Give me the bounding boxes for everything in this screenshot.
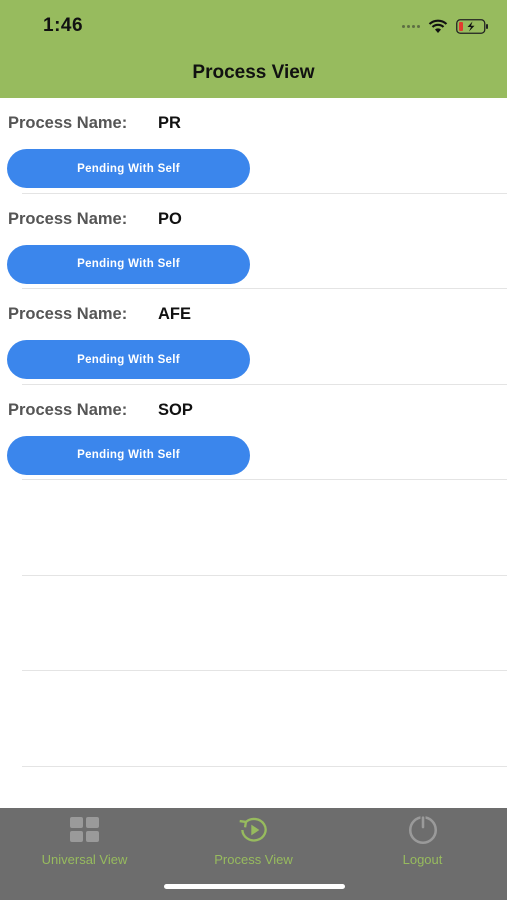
process-icon — [237, 814, 271, 846]
process-name-value: PR — [158, 114, 181, 132]
tab-label: Universal View — [41, 852, 128, 867]
page-title: Process View — [192, 62, 315, 83]
pending-with-self-button[interactable]: Pending With Self — [7, 340, 250, 379]
tab-label: Process View — [214, 852, 293, 867]
process-name-value: AFE — [158, 305, 191, 323]
pending-with-self-button[interactable]: Pending With Self — [7, 244, 250, 284]
status-time: 1:46 — [43, 15, 84, 36]
process-name-label: Process Name: — [8, 400, 128, 419]
list-item: Process Name: SOP Pending With Self — [0, 385, 507, 480]
tab-label: Logout — [402, 852, 443, 867]
process-name-label: Process Name: — [8, 209, 128, 228]
home-indicator — [164, 884, 345, 889]
battery-icon — [456, 18, 488, 34]
process-name-label: Process Name: — [8, 305, 128, 323]
tab-process-view[interactable]: Process View — [169, 808, 338, 878]
process-name-value: SOP — [158, 400, 193, 419]
grid-icon — [68, 814, 102, 846]
list-item: Process Name: PR Pending With Self — [0, 98, 507, 194]
pending-with-self-button[interactable]: Pending With Self — [7, 149, 250, 188]
tab-universal-view[interactable]: Universal View — [0, 808, 169, 878]
process-name-value: PO — [158, 209, 182, 228]
list-item: Process Name: PO Pending With Self — [0, 194, 507, 289]
tab-logout[interactable]: Logout — [338, 808, 507, 878]
cellular-signal-icon — [402, 24, 420, 28]
process-list: Process Name: PR Pending With Self Proce… — [0, 98, 507, 767]
process-name-label: Process Name: — [8, 114, 128, 132]
pending-with-self-button[interactable]: Pending With Self — [7, 435, 250, 475]
app-header: 1:46 Process View — [0, 0, 507, 98]
power-icon — [406, 814, 440, 846]
wifi-icon — [428, 19, 448, 33]
list-item: Process Name: AFE Pending With Self — [0, 289, 507, 385]
empty-row — [0, 671, 507, 767]
row-separator — [22, 765, 507, 767]
status-indicators — [402, 17, 489, 35]
empty-row — [0, 480, 507, 576]
empty-row — [0, 576, 507, 671]
